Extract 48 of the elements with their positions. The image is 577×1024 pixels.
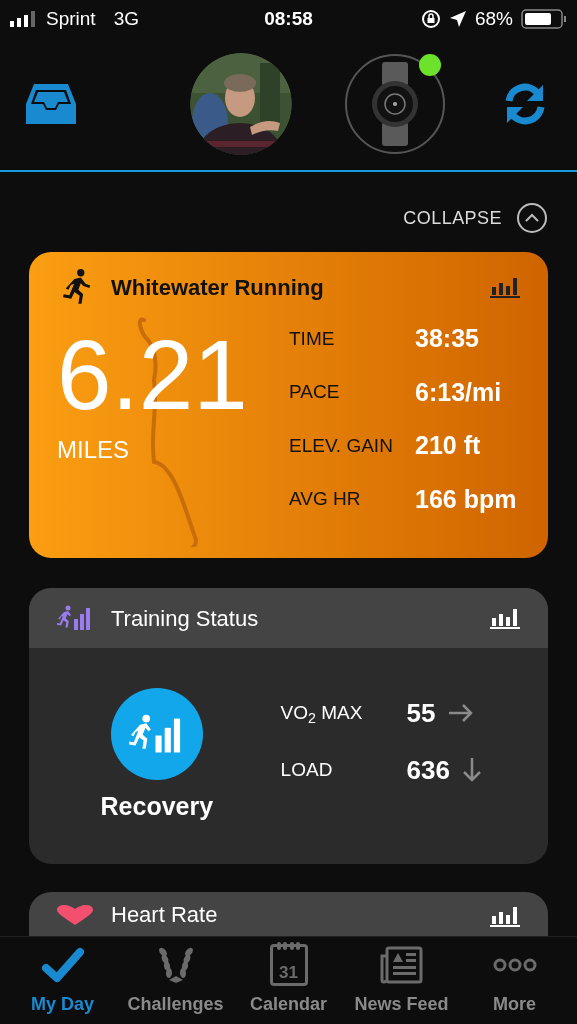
training-status-icon bbox=[57, 605, 93, 631]
training-card[interactable]: Training Status Recovery VO$_{2}$ MAX 55 LOAD 636 bbox=[29, 588, 548, 864]
stat-label: TIME bbox=[289, 326, 336, 351]
stat-value: 38:35 bbox=[415, 323, 480, 354]
activity-title: Whitewater Running bbox=[111, 273, 324, 302]
down-arrow-icon bbox=[462, 757, 482, 784]
status-time: 08:58 bbox=[264, 6, 313, 31]
training-title: Training Status bbox=[111, 604, 259, 633]
distance-value: 6.21 bbox=[57, 326, 249, 424]
stat-value: 6:13/mi bbox=[415, 376, 503, 408]
metric-value: 636 bbox=[406, 753, 450, 787]
right-arrow-icon bbox=[447, 703, 474, 724]
stat-value: 210 ft bbox=[415, 430, 482, 461]
chevron-up-icon[interactable] bbox=[516, 202, 548, 234]
chart-icon[interactable] bbox=[490, 275, 520, 299]
carrier-name: Sprint bbox=[46, 6, 96, 31]
metric-value: 55 bbox=[406, 696, 436, 730]
metric-label: VO$_{2}$ MAX bbox=[280, 701, 364, 728]
watch-icon bbox=[370, 62, 421, 146]
battery-percent: 68% bbox=[475, 6, 513, 31]
stat-label: AVG HR bbox=[289, 487, 362, 511]
newspaper-icon bbox=[378, 944, 425, 986]
network-type: 3G bbox=[113, 6, 139, 31]
metric-label: LOAD bbox=[280, 758, 334, 782]
collapse-button[interactable]: COLLAPSE bbox=[403, 204, 502, 232]
device-button[interactable] bbox=[345, 54, 446, 154]
stat-label: PACE bbox=[289, 380, 341, 404]
tab-button[interactable]: My Day bbox=[6, 943, 119, 1018]
training-status: Recovery bbox=[100, 791, 214, 822]
signal-icon bbox=[10, 11, 38, 27]
calendar-day: 31 bbox=[279, 964, 298, 981]
stat-value: 166 bpm bbox=[415, 483, 517, 515]
heart-rate-title: Heart Rate bbox=[111, 904, 218, 926]
inbox-icon[interactable] bbox=[26, 82, 76, 126]
rotation-lock-icon bbox=[421, 9, 441, 29]
distance-unit: MILES bbox=[57, 435, 131, 465]
heart-icon bbox=[57, 905, 93, 925]
heart-rate-card[interactable]: Heart Rate bbox=[29, 892, 548, 936]
location-arrow-icon bbox=[449, 10, 467, 28]
tab-button[interactable]: 31 Calendar bbox=[232, 943, 345, 1018]
tab-button[interactable]: More bbox=[458, 943, 571, 1018]
chart-icon[interactable] bbox=[490, 606, 520, 630]
tab-button[interactable]: Challenges bbox=[119, 943, 232, 1018]
battery-icon bbox=[521, 9, 567, 29]
chart-icon[interactable] bbox=[490, 904, 520, 928]
activity-card[interactable]: Whitewater Running 6.21 MILES TIME 38:35 PACE 6:13/mi ELEV. GAIN 210 ft AVG HR 166 bpm bbox=[29, 252, 548, 558]
stat-label: ELEV. GAIN bbox=[289, 433, 394, 458]
tab-button[interactable]: News Feed bbox=[345, 943, 458, 1018]
